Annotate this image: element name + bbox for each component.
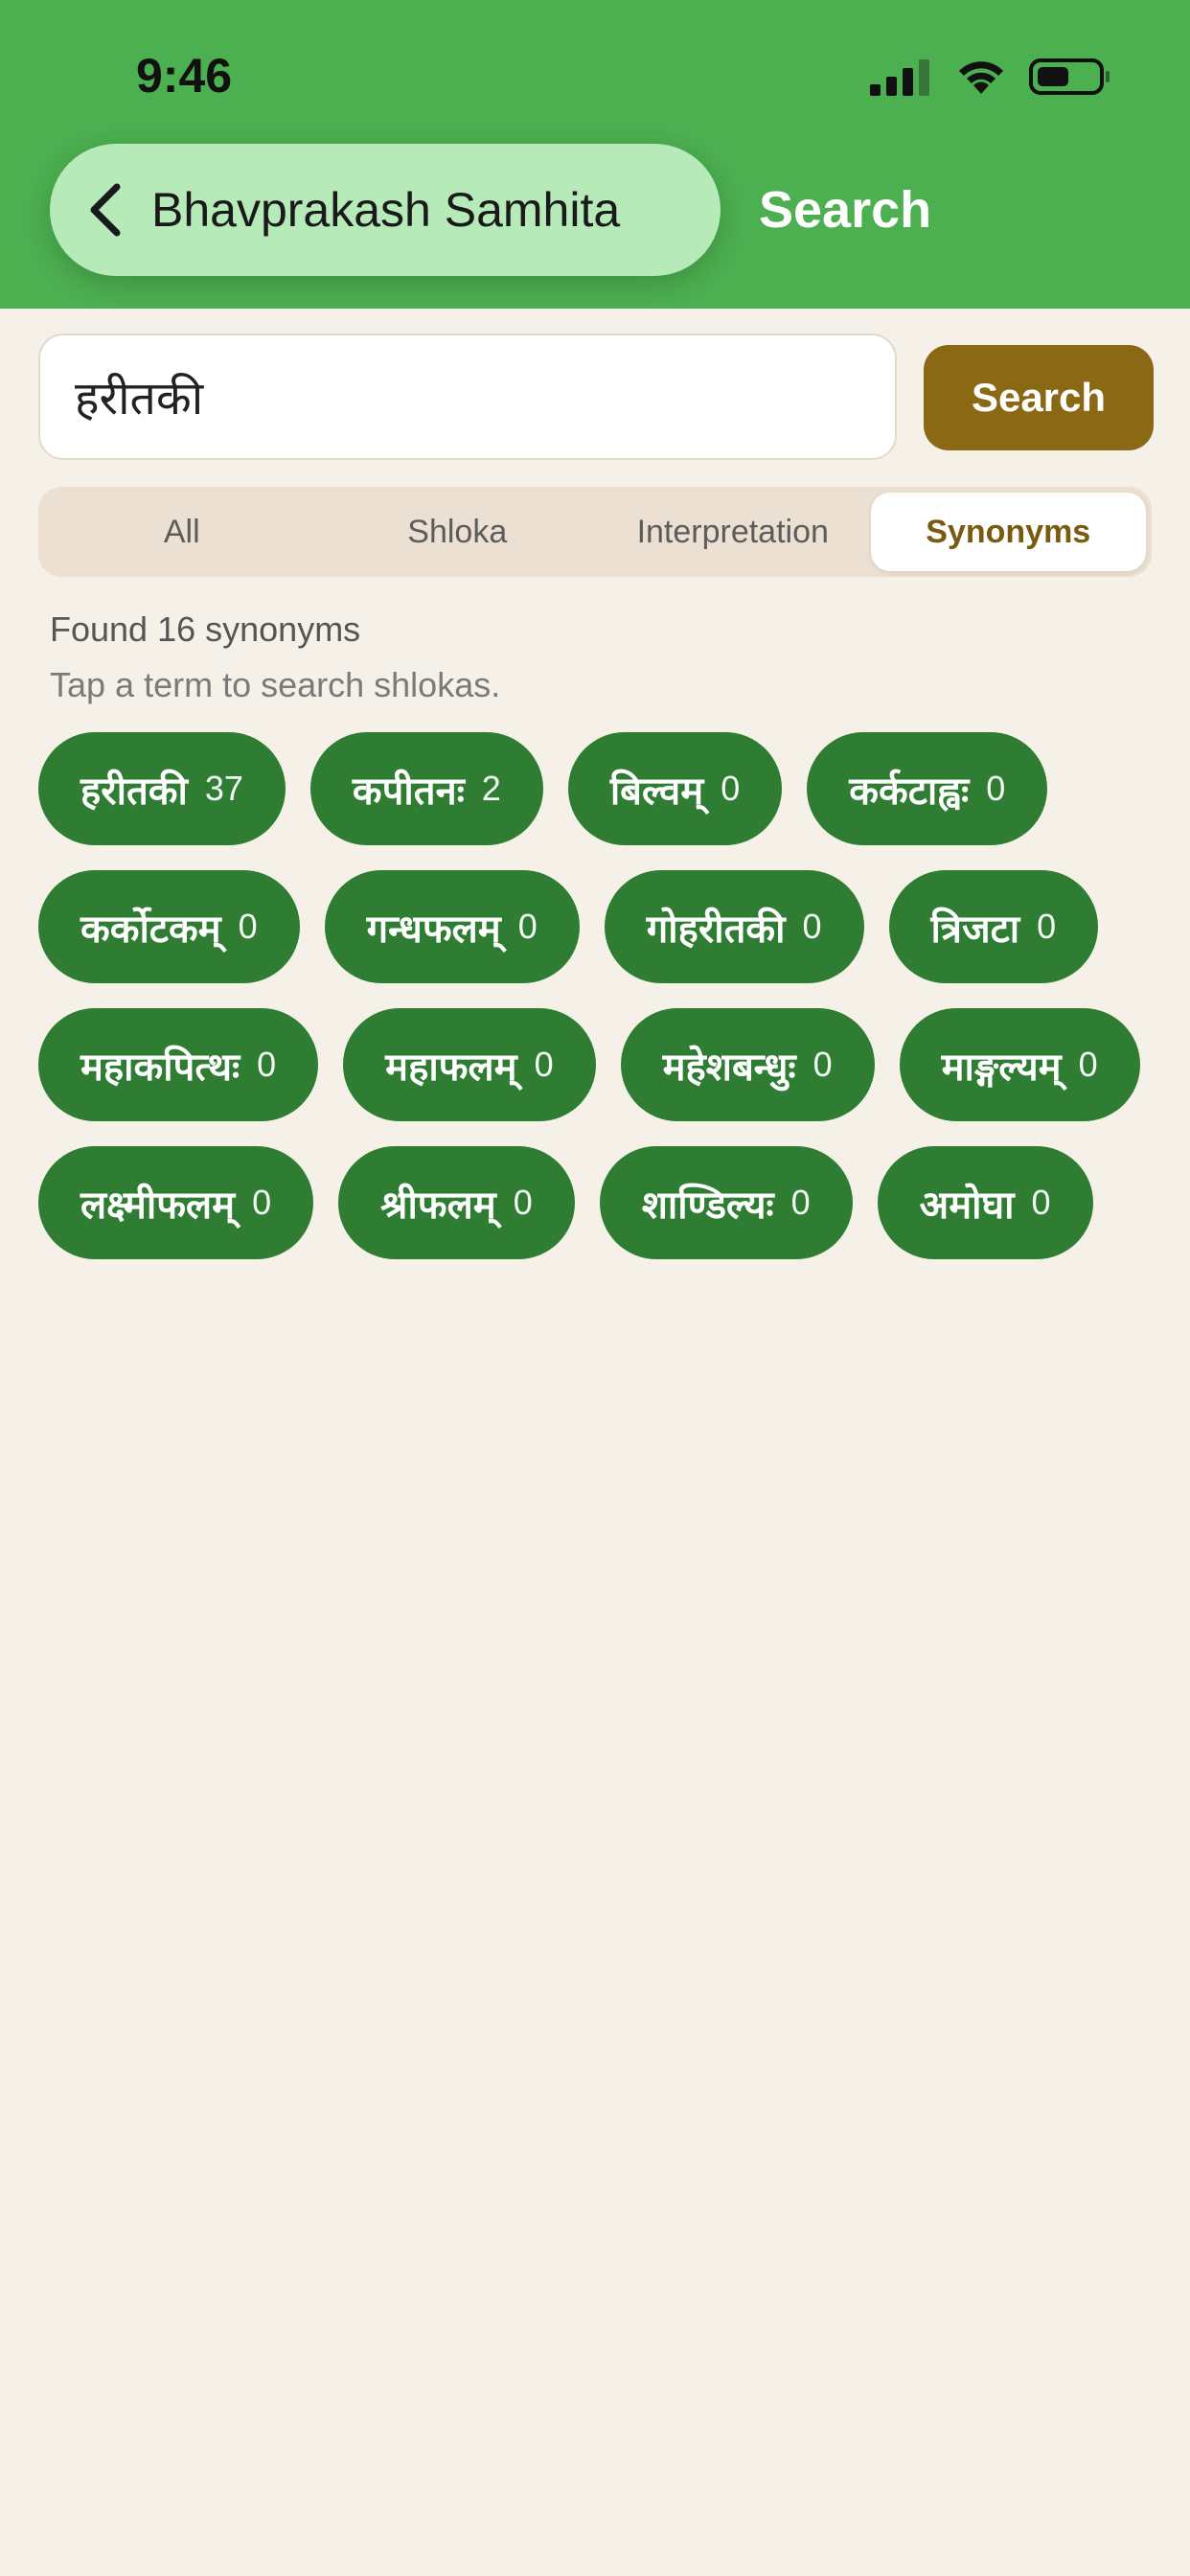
synonym-count: 0	[257, 1045, 277, 1084]
synonym-term: अमोघा	[919, 1183, 1015, 1228]
tab-synonyms[interactable]: Synonyms	[870, 493, 1146, 571]
cellular-signal-icon	[870, 59, 929, 96]
synonym-term: कर्कोटकम्	[80, 907, 221, 952]
synonym-term: कर्कटाह्वः	[849, 769, 970, 814]
status-time: 9:46	[136, 49, 233, 103]
synonym-count: 0	[534, 1045, 554, 1084]
synonym-count: 0	[238, 907, 258, 946]
synonym-chip[interactable]: शाण्डिल्यः 0	[599, 1146, 853, 1259]
synonym-chip[interactable]: लक्ष्मीफलम् 0	[38, 1146, 314, 1259]
back-button-label: Bhavprakash Samhita	[151, 183, 621, 237]
synonym-term: शाण्डिल्यः	[641, 1183, 774, 1228]
synonym-count: 0	[1037, 907, 1057, 946]
synonym-chip[interactable]: त्रिजटा 0	[888, 870, 1099, 983]
synonym-count: 2	[481, 769, 501, 808]
synonym-chip-list: हरीतकी 37 कपीतनः 2 बिल्वम् 0 कर्कटाह्वः 0 कर…	[38, 732, 1152, 1259]
synonym-term: बिल्वम्	[609, 769, 704, 814]
synonym-term: गोहरीतकी	[646, 907, 786, 952]
synonym-chip[interactable]: श्रीफलम् 0	[338, 1146, 575, 1259]
app-header: 9:46 Bhavprakash Samhita Search	[0, 0, 1190, 309]
synonym-term: श्रीफलम्	[380, 1183, 496, 1228]
synonym-chip[interactable]: महेशबन्धुः 0	[620, 1008, 875, 1121]
status-icons	[870, 58, 1111, 96]
synonym-term: महाफलम्	[385, 1045, 517, 1090]
results-count: Found 16 synonyms	[50, 610, 361, 649]
search-button[interactable]: Search	[924, 345, 1154, 450]
filter-tabs: All Shloka Interpretation Synonyms	[38, 487, 1152, 577]
wifi-icon	[959, 61, 1003, 94]
synonym-chip[interactable]: गन्धफलम् 0	[324, 870, 580, 983]
synonym-term: महेशबन्धुः	[662, 1045, 796, 1090]
synonym-term: महाकपित्थः	[80, 1045, 240, 1090]
synonym-term: त्रिजटा	[930, 907, 1020, 952]
back-button[interactable]: Bhavprakash Samhita	[50, 144, 721, 276]
battery-icon	[1029, 58, 1110, 95]
synonym-count: 37	[204, 769, 243, 808]
synonym-term: गन्धफलम्	[366, 907, 501, 952]
synonym-count: 0	[1078, 1045, 1098, 1084]
synonym-count: 0	[802, 907, 822, 946]
synonym-chip[interactable]: बिल्वम् 0	[567, 732, 783, 845]
synonym-term: कपीतनः	[352, 769, 465, 814]
synonym-chip[interactable]: महाकपित्थः 0	[38, 1008, 319, 1121]
synonym-count: 0	[812, 1045, 833, 1084]
synonym-count: 0	[1031, 1183, 1051, 1222]
chevron-left-icon	[90, 183, 121, 237]
tab-interpretation[interactable]: Interpretation	[595, 493, 871, 571]
synonym-chip[interactable]: महाफलम् 0	[343, 1008, 596, 1121]
synonym-count: 0	[517, 907, 538, 946]
synonym-chip[interactable]: हरीतकी 37	[38, 732, 286, 845]
results-hint: Tap a term to search shlokas.	[50, 665, 501, 704]
page-title: Search	[759, 181, 932, 239]
synonym-count: 0	[252, 1183, 272, 1222]
synonym-chip[interactable]: कर्कटाह्वः 0	[807, 732, 1048, 845]
tab-shloka[interactable]: Shloka	[320, 493, 596, 571]
synonym-chip[interactable]: कपीतनः 2	[309, 732, 543, 845]
synonym-count: 0	[986, 769, 1006, 808]
synonym-chip[interactable]: गोहरीतकी 0	[604, 870, 864, 983]
tab-all[interactable]: All	[44, 493, 320, 571]
synonym-count: 0	[513, 1183, 533, 1222]
synonym-term: लक्ष्मीफलम्	[80, 1183, 236, 1228]
synonym-term: हरीतकी	[80, 769, 188, 814]
synonym-chip[interactable]: कर्कोटकम् 0	[38, 870, 300, 983]
synonym-chip[interactable]: माङ्गल्यम् 0	[899, 1008, 1140, 1121]
search-input[interactable]	[38, 334, 897, 460]
synonym-count: 0	[721, 769, 741, 808]
synonym-term: माङ्गल्यम्	[941, 1045, 1062, 1090]
synonym-count: 0	[790, 1183, 811, 1222]
synonym-chip[interactable]: अमोघा 0	[877, 1146, 1093, 1259]
